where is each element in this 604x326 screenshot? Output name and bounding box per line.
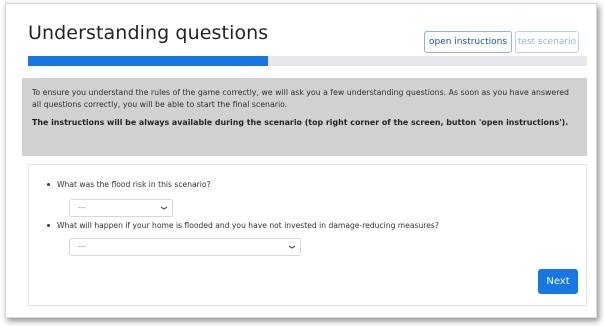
info-box: To ensure you understand the rules of th…	[22, 78, 587, 156]
progress-bar-fill	[28, 56, 269, 66]
question-1-select[interactable]: --- ❯	[69, 199, 173, 217]
chevron-down-icon: ❯	[288, 244, 296, 250]
next-button[interactable]: Next	[538, 269, 578, 294]
progress-bar	[28, 56, 587, 66]
question-1-text: What was the flood risk in this scenario…	[47, 180, 211, 189]
questions-card: What was the flood risk in this scenario…	[28, 164, 587, 306]
test-scenario-button[interactable]: test scenario	[515, 31, 579, 53]
page-title: Understanding questions	[28, 22, 269, 44]
info-note: The instructions will be always availabl…	[32, 118, 569, 127]
question-2-text: What will happen if your home is flooded…	[47, 221, 439, 230]
info-text: To ensure you understand the rules of th…	[32, 88, 569, 109]
question-2-selected-value: ---	[78, 243, 86, 251]
open-instructions-button[interactable]: open instructions	[424, 31, 512, 53]
question-2-select[interactable]: --- ❯	[69, 238, 301, 256]
question-1-selected-value: ---	[78, 204, 86, 212]
page-window: Understanding questions open instruction…	[5, 3, 597, 318]
chevron-down-icon: ❯	[160, 205, 168, 211]
